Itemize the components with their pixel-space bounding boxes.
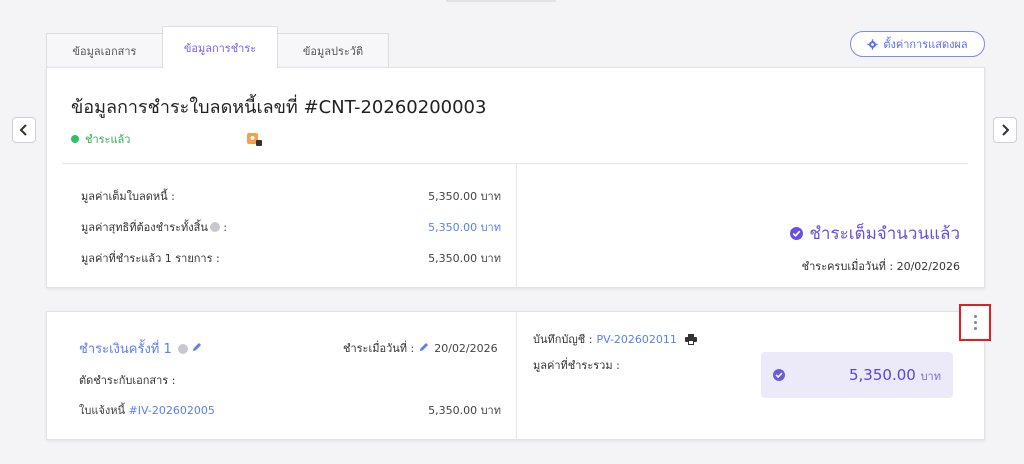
chevron-left-icon <box>19 124 27 136</box>
invoice-amount: 5,350.00 บาท <box>428 404 501 417</box>
paid-complete-date: ชำระครบเมื่อวันที่ : 20/02/2026 <box>802 257 960 275</box>
accounting-record: บันทึกบัญชี : PV-202602011 <box>533 330 697 348</box>
payment-title-label: ชำระเงินครั้งที่ 1 <box>79 342 172 357</box>
total-paid-label: มูลค่าที่ชำระรวม : <box>533 359 620 372</box>
pencil-icon <box>192 343 201 351</box>
chevron-right-icon <box>1002 124 1010 136</box>
invoice-prefix: ใบแจ้งหนี้ <box>79 404 126 417</box>
invoice-row: ใบแจ้งหนี้ #IV-202602005 5,350.00 บาท <box>79 401 501 419</box>
total-paid-amount: 5,350.00 บาท <box>849 366 941 385</box>
printer-icon[interactable] <box>684 333 697 345</box>
section-divider <box>62 163 968 164</box>
paid-on-value: 20/02/2026 <box>434 341 498 355</box>
invoice-link[interactable]: #IV-202602005 <box>129 404 215 417</box>
edit-payment-button[interactable] <box>192 341 202 356</box>
top-divider <box>446 0 556 2</box>
check-circle-icon <box>773 369 785 381</box>
invoice-ref: ใบแจ้งหนี้ #IV-202602005 <box>79 401 215 419</box>
dot-icon <box>973 315 977 318</box>
info-icon[interactable] <box>209 222 220 232</box>
offset-documents-label: ตัดชำระกับเอกสาร : <box>79 374 176 387</box>
prev-document-button[interactable] <box>12 117 36 143</box>
next-document-button[interactable] <box>993 117 1017 143</box>
payment-summary-card: ข้อมูลการชำระใบลดหนี้เลขที่ #CNT-2026020… <box>46 67 985 288</box>
tab-document-info[interactable]: ข้อมูลเอกสาร <box>46 33 163 68</box>
tab-bar: ข้อมูลเอกสาร ข้อมูลการชำระ ข้อมูลประวัติ <box>46 26 389 68</box>
record-label: บันทึกบัญชี : <box>533 333 593 346</box>
payment-entry-card: ชำระเงินครั้งที่ 1 ชำระเมื่อวันที่ : 20/… <box>46 311 985 440</box>
dot-icon <box>973 327 977 330</box>
display-settings-button[interactable]: ตั้งค่าการแสดงผล <box>850 31 985 57</box>
paid-value-amount: 5,350.00 บาท <box>428 252 501 265</box>
net-value-label-colon: : <box>223 221 228 234</box>
fully-paid-label: ชำระเต็มจำนวนแล้ว <box>809 224 960 244</box>
tab-history-info[interactable]: ข้อมูลประวัติ <box>277 33 389 68</box>
paid-value-label: มูลค่าที่ชำระแล้ว 1 รายการ : <box>81 252 220 265</box>
page-title: ข้อมูลการชำระใบลดหนี้เลขที่ #CNT-2026020… <box>71 97 487 118</box>
full-value-amount: 5,350.00 บาท <box>428 190 501 203</box>
total-paid-box: 5,350.00 บาท <box>761 352 953 398</box>
tab-payment-info[interactable]: ข้อมูลการชำระ <box>162 26 278 68</box>
status-label: ชำระแล้ว <box>85 133 131 146</box>
paid-complete-label: ชำระครบเมื่อวันที่ : <box>801 260 894 273</box>
net-value-row: มูลค่าสุทธิที่ต้องชำระทั้งสิ้น : 5,350.0… <box>81 218 501 236</box>
gear-icon <box>867 38 878 50</box>
check-circle-icon <box>790 227 804 240</box>
full-value-row: มูลค่าเต็มใบลดหนี้ : 5,350.00 บาท <box>81 187 501 205</box>
total-paid-unit: บาท <box>920 369 941 383</box>
fully-paid-status: ชำระเต็มจำนวนแล้ว <box>790 220 960 247</box>
column-divider <box>516 163 517 288</box>
paid-on-label: ชำระเมื่อวันที่ : <box>343 342 415 355</box>
paid-on-date: ชำระเมื่อวันที่ : 20/02/2026 <box>343 339 498 357</box>
display-settings-label: ตั้งค่าการแสดงผล <box>883 38 968 51</box>
status-dot-icon <box>71 135 79 143</box>
paid-complete-value: 20/02/2026 <box>896 260 960 273</box>
locked-document-icon <box>247 133 262 146</box>
dot-icon <box>973 321 977 324</box>
net-value-label-wrap: มูลค่าสุทธิที่ต้องชำระทั้งสิ้น : <box>81 218 227 236</box>
record-link[interactable]: PV-202602011 <box>596 333 676 346</box>
payment-title: ชำระเงินครั้งที่ 1 <box>79 338 202 359</box>
pencil-icon <box>420 342 429 351</box>
paid-value-row: มูลค่าที่ชำระแล้ว 1 รายการ : 5,350.00 บา… <box>81 249 501 267</box>
full-value-label: มูลค่าเต็มใบลดหนี้ : <box>81 190 175 203</box>
net-value-label: มูลค่าสุทธิที่ต้องชำระทั้งสิ้น <box>81 221 208 234</box>
edit-paid-date-button[interactable] <box>419 342 429 355</box>
total-paid-value: 5,350.00 <box>849 365 916 384</box>
more-options-button[interactable] <box>959 304 991 341</box>
status-badge: ชำระแล้ว <box>71 130 130 148</box>
net-value-amount[interactable]: 5,350.00 บาท <box>428 218 501 236</box>
info-icon[interactable] <box>177 343 188 354</box>
payment-column-divider <box>516 312 517 440</box>
